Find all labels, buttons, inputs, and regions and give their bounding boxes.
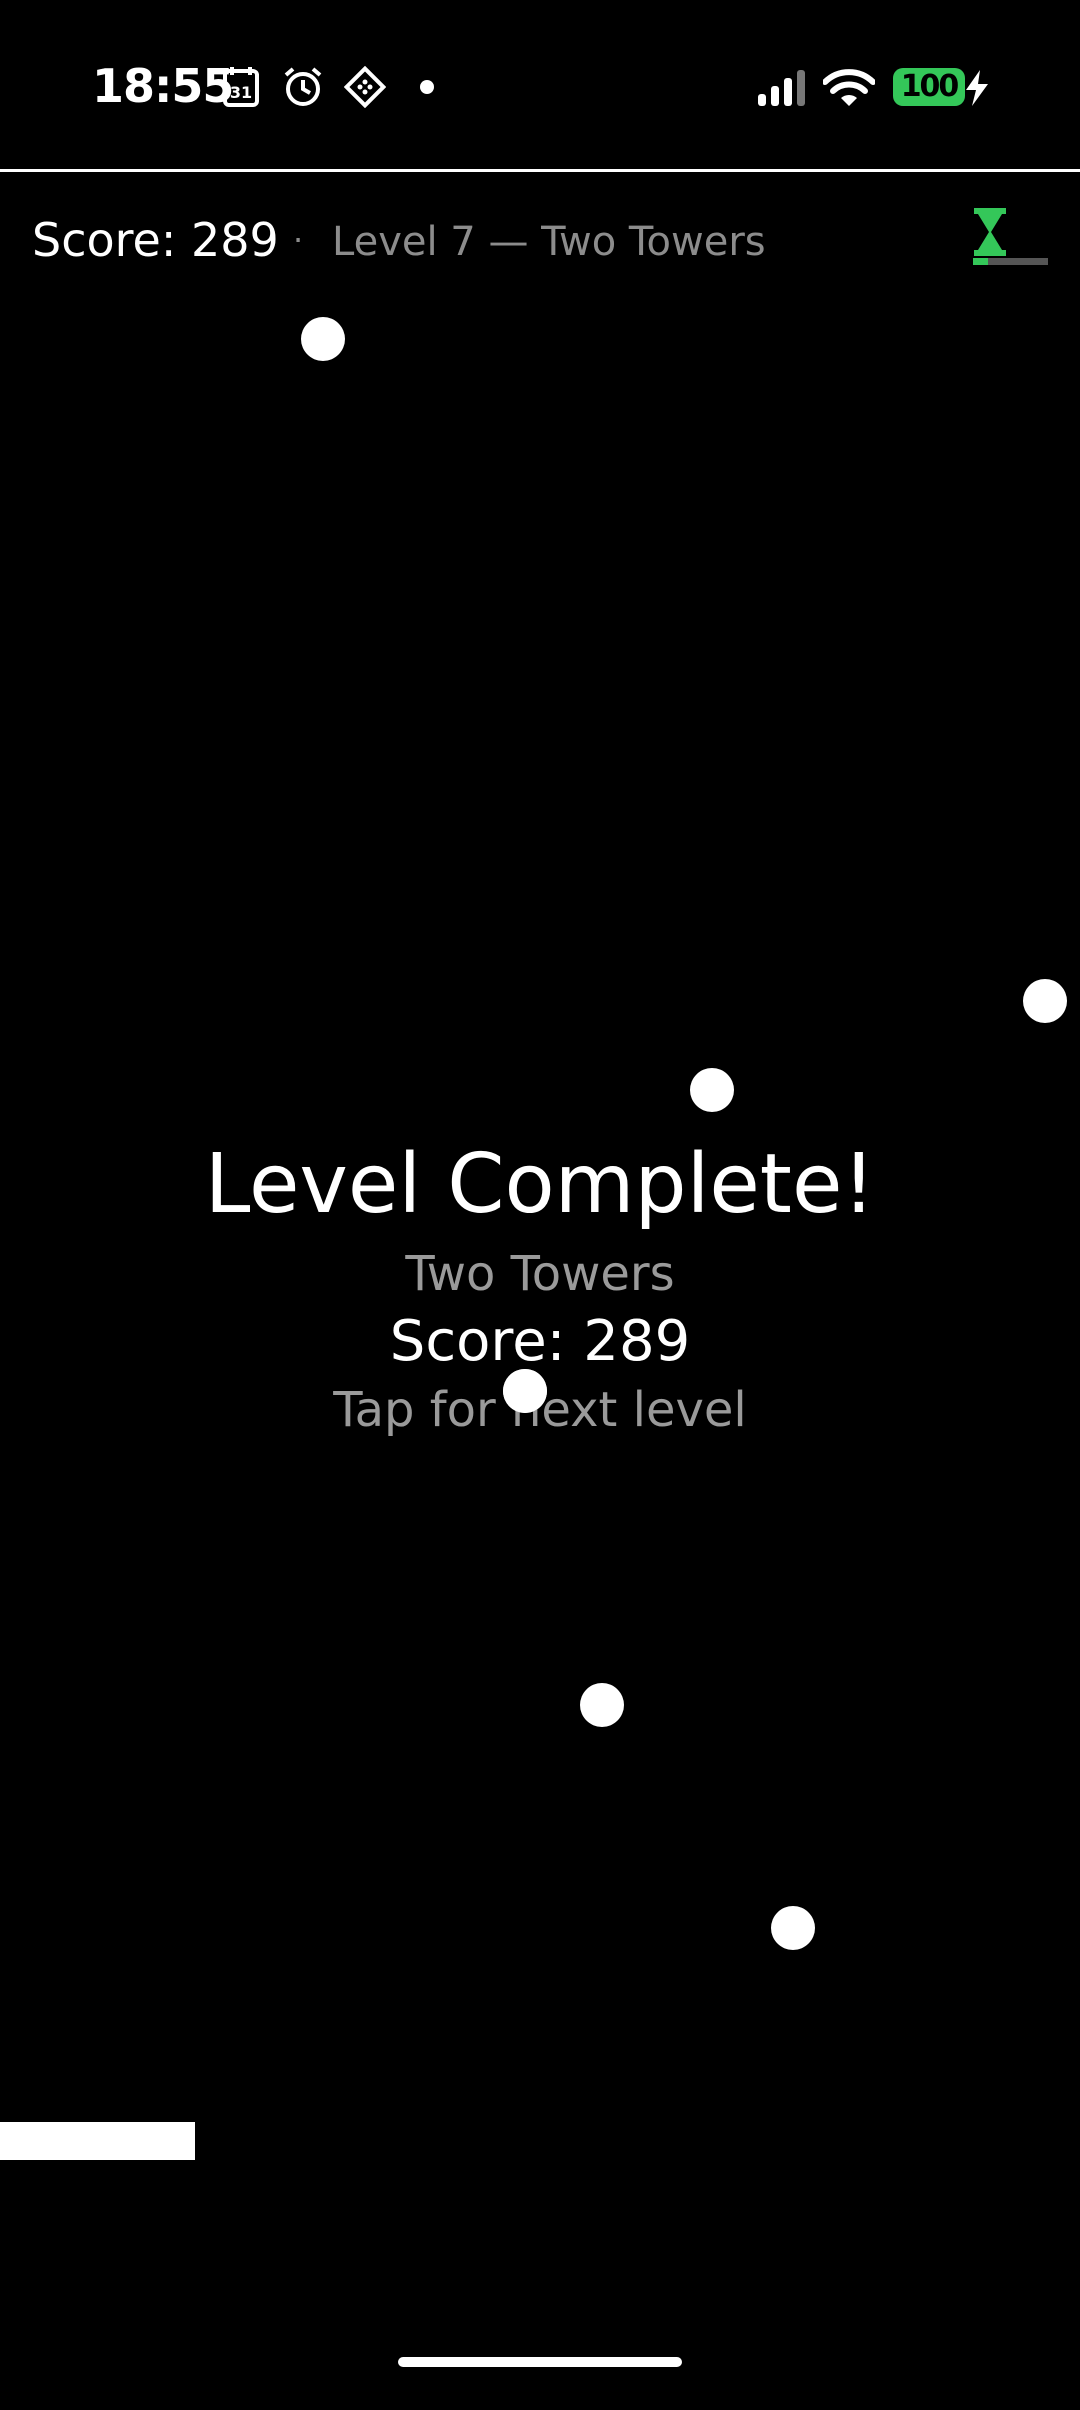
charging-icon <box>966 70 988 106</box>
hud-score: Score: 289 <box>32 213 279 267</box>
overlay-score: Score: 289 <box>389 1309 691 1374</box>
signal-icon <box>758 70 805 106</box>
calendar-icon: 31 <box>223 67 259 107</box>
overlay-level-name: Two Towers <box>405 1246 675 1302</box>
status-bar: 18:55 31 100 <box>0 0 1080 172</box>
hud-level-label: Level 7 — Two Towers <box>332 219 766 265</box>
ball <box>690 1068 734 1112</box>
home-indicator[interactable] <box>398 2357 682 2367</box>
status-time: 18:55 <box>92 59 234 113</box>
timer-bar-fill <box>973 258 988 265</box>
wifi-icon <box>823 69 875 106</box>
hud-separator: · <box>293 221 304 259</box>
calendar-icon-text: 31 <box>230 83 252 102</box>
overlay-title: Level Complete! <box>204 1137 876 1232</box>
alarm-icon <box>284 67 322 106</box>
ball <box>503 1369 547 1413</box>
ball <box>1023 979 1067 1023</box>
battery-icon: 100 <box>893 68 965 106</box>
ball <box>580 1683 624 1727</box>
top-divider <box>0 169 1080 172</box>
paddle[interactable] <box>0 2122 195 2160</box>
hourglass-icon <box>974 208 1006 256</box>
ball <box>301 317 345 361</box>
ball <box>771 1906 815 1950</box>
timer-bar <box>973 258 1048 265</box>
dot-icon <box>420 80 434 94</box>
notification-icon <box>344 66 386 108</box>
